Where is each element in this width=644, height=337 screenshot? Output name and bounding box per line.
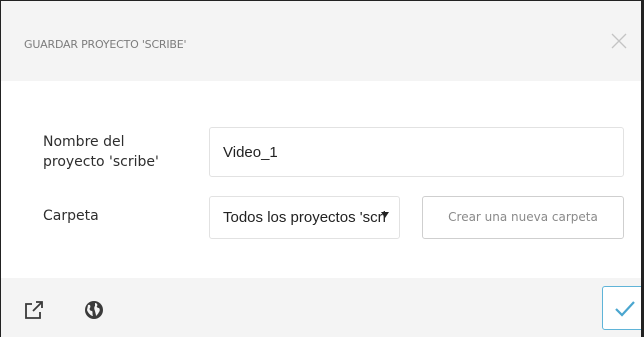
folder-select[interactable]: Todos los proyectos 'scribe' — [209, 196, 400, 239]
dialog-header: GUARDAR PROYECTO 'SCRIBE' — [1, 1, 641, 81]
chevron-down-icon — [381, 212, 389, 218]
folder-select-value: Todos los proyectos 'scribe' — [223, 209, 386, 226]
checkmark-icon — [615, 301, 635, 317]
project-name-input[interactable] — [209, 127, 624, 177]
globe-icon[interactable] — [83, 299, 105, 321]
dialog-title: GUARDAR PROYECTO 'SCRIBE' — [24, 38, 187, 51]
new-folder-button[interactable]: Crear una nueva carpeta — [422, 196, 624, 239]
save-project-dialog: GUARDAR PROYECTO 'SCRIBE' Nombre del pro… — [0, 0, 644, 337]
project-name-label: Nombre del proyecto 'scribe' — [43, 134, 159, 170]
external-link-icon[interactable] — [23, 299, 45, 321]
close-icon[interactable] — [607, 29, 631, 53]
folder-label: Carpeta — [43, 208, 99, 224]
confirm-button[interactable] — [602, 286, 641, 330]
